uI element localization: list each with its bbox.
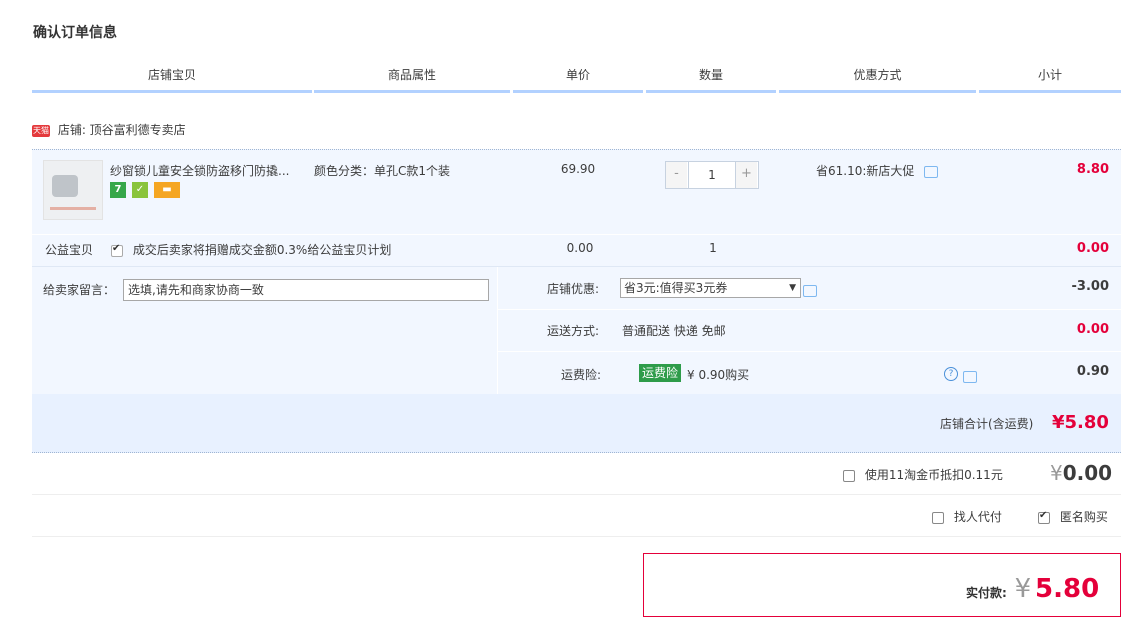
charity-checkbox[interactable] [111, 243, 123, 257]
message-input[interactable]: 选填,请先和商家协商一致 [123, 279, 489, 301]
guarantee-icon: ✓ [132, 182, 148, 198]
shipping-amount: 0.00 [1076, 322, 1109, 337]
plus-button[interactable]: + [736, 162, 757, 188]
coupon-amount: -3.00 [1071, 279, 1109, 294]
coins-checkbox[interactable] [843, 469, 855, 482]
shipping-value: 普通配送 快递 免邮 [622, 324, 726, 338]
proxy-pay-option: 找人代付 [932, 508, 1002, 525]
coins-amount: 0.00 [1062, 461, 1113, 485]
insurance-text: ¥ 0.90购买 [687, 368, 750, 382]
tmall-icon: 天猫 [32, 124, 50, 137]
coupon-message-icon[interactable] [803, 284, 817, 297]
discount-label: 省61.10:新店大促 [816, 164, 915, 178]
payment-row: 实付款: ¥ 5.80 [966, 574, 1099, 604]
anonymous-option: 匿名购买 [1038, 508, 1108, 525]
table-header: 店铺宝贝 商品属性 单价 数量 优惠方式 小计 [32, 62, 1121, 93]
discount-text: 省61.10:新店大促 [816, 162, 939, 179]
coupon-selected: 省3元:值得买3元券 [624, 281, 728, 295]
payment-amount: 5.80 [1035, 574, 1100, 604]
shop-total-label: 店铺合计(含运费) [940, 417, 1034, 431]
coupon-select[interactable]: 省3元:值得买3元券 ▼ [620, 278, 801, 298]
anonymous-label: 匿名购买 [1059, 510, 1108, 524]
message-label: 给卖家留言： [43, 283, 116, 297]
col-attr: 商品属性 [314, 62, 510, 93]
charity-price: 0.00 [566, 241, 594, 255]
coins-text: 使用11淘金币抵扣0.11元 [864, 468, 1003, 482]
unit-price: 69.90 [560, 162, 596, 176]
col-item: 店铺宝贝 [32, 62, 312, 93]
proxy-pay-checkbox[interactable] [932, 511, 944, 524]
col-price: 单价 [513, 62, 643, 93]
proxy-pay-label: 找人代付 [953, 510, 1002, 524]
quantity-input[interactable]: 1 [688, 162, 736, 188]
anonymous-checkbox[interactable] [1038, 510, 1050, 524]
charity-text: 成交后卖家将捐赠成交金额0.3%给公益宝贝计划 [132, 243, 392, 257]
item-subtotal: 8.80 [1076, 162, 1109, 177]
shop-row: 天猫 店铺: 顶谷富利德专卖店 [32, 119, 186, 141]
help-icon[interactable]: ? [944, 367, 958, 381]
coins-currency: ¥ [1050, 461, 1063, 485]
product-thumbnail[interactable] [43, 160, 103, 220]
order-item-box [32, 149, 1121, 395]
charity-subtotal: 0.00 [1076, 241, 1109, 256]
message-icon[interactable] [924, 165, 939, 178]
shop-name[interactable]: 店铺: 顶谷富利德专卖店 [58, 123, 186, 137]
charity-label: 公益宝贝 [45, 243, 94, 257]
chevron-down-icon: ▼ [789, 283, 796, 293]
charity-qty: 1 [709, 241, 717, 255]
coins-amount-row: ¥0.00 [1050, 461, 1112, 485]
insurance-label: 运费险: [561, 368, 602, 382]
col-discount: 优惠方式 [779, 62, 976, 93]
credit-card-icon: ▬ [154, 182, 180, 198]
product-attr: 颜色分类：单孔C款1个装 [314, 164, 451, 178]
insurance-amount: 0.90 [1076, 364, 1109, 379]
shipping-label: 运送方式: [547, 324, 600, 338]
charity-row: 成交后卖家将捐赠成交金额0.3%给公益宝贝计划 [111, 241, 391, 258]
quantity-stepper: - 1 + [665, 161, 759, 189]
page-title: 确认订单信息 [33, 25, 117, 41]
insurance-badge: 运费险 [639, 364, 682, 382]
shop-total-amount: ¥5.80 [1052, 412, 1109, 433]
service-badges: 7 ✓ ▬ [110, 182, 190, 200]
insurance-message-icon[interactable] [962, 370, 977, 383]
seven-day-return-icon: 7 [110, 182, 126, 198]
col-qty: 数量 [646, 62, 776, 93]
product-name[interactable]: 纱窗锁儿童安全锁防盗移门防撬... [110, 162, 289, 179]
minus-button[interactable]: - [666, 162, 687, 188]
payment-label: 实付款: [966, 586, 1007, 600]
coupon-label: 店铺优惠: [547, 282, 600, 296]
coins-row: 使用11淘金币抵扣0.11元 [843, 466, 1003, 483]
col-subtotal: 小计 [979, 62, 1121, 93]
payment-currency: ¥ [1014, 574, 1032, 604]
